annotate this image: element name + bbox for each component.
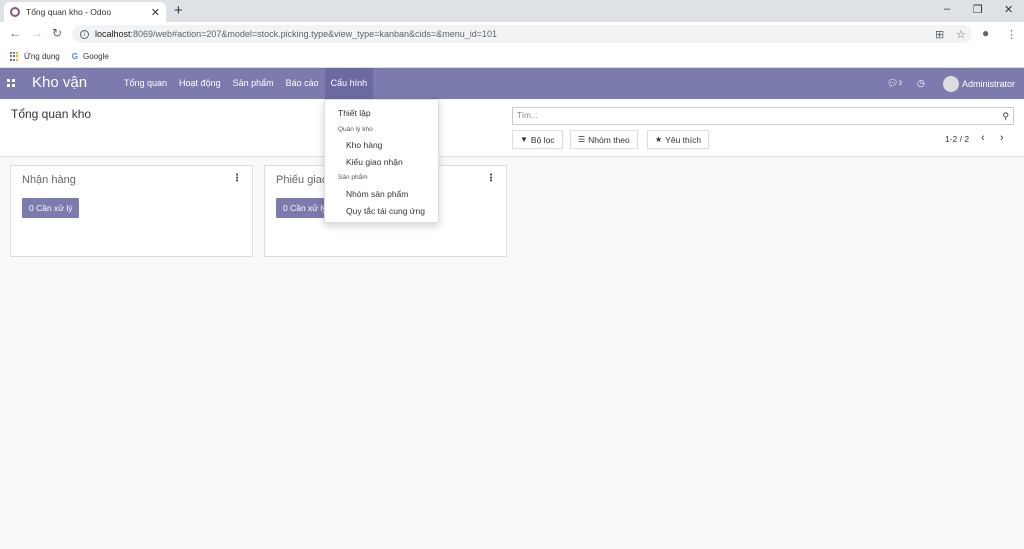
filter-funnel-icon: ▼ — [520, 135, 528, 144]
close-tab-icon[interactable]: ✕ — [151, 6, 160, 19]
chat-bubble-icon: 💬︎ — [887, 78, 899, 88]
list-bars-icon: ☰ — [578, 135, 586, 144]
card-title[interactable]: Nhận hàng — [22, 174, 76, 186]
chat-count: 3 — [898, 80, 902, 87]
kanban-card-receipts[interactable]: Nhận hàng ⋮ 0 Cần xử lý — [10, 165, 253, 257]
bookmark-apps[interactable]: Ứng dụng — [24, 52, 60, 61]
activity-clock-icon[interactable]: ◷ — [917, 68, 925, 99]
new-tab-button[interactable]: + — [174, 2, 183, 20]
apps-grid-icon — [10, 52, 19, 61]
favorites-button[interactable]: ★ Yêu thích — [647, 130, 710, 149]
odoo-favicon-icon — [10, 7, 20, 17]
translate-icon[interactable]: ⊞ — [935, 28, 944, 41]
address-bar-row: ← → ↻ i localhost:8069/web#action=207&mo… — [0, 22, 1024, 46]
minimize-icon[interactable]: – — [944, 3, 950, 15]
site-info-icon[interactable]: i — [80, 29, 89, 39]
star-icon: ★ — [655, 135, 663, 144]
bookmarks-bar: Ứng dụng G Google — [0, 46, 1024, 68]
browser-tab[interactable]: Tổng quan kho - Odoo ✕ — [4, 2, 166, 22]
pager-previous-icon[interactable]: ‹ — [981, 132, 985, 144]
bookmark-google[interactable]: Google — [83, 52, 109, 61]
page-title: Tổng quan kho — [11, 107, 92, 121]
groupby-button[interactable]: ☰ Nhóm theo — [570, 130, 638, 149]
dropdown-item-warehouses[interactable]: Kho hàng — [346, 140, 382, 150]
search-icon[interactable]: ⚲ — [1002, 108, 1009, 124]
url-text: localhost:8069/web#action=207&model=stoc… — [95, 29, 498, 39]
configuration-dropdown: Thiết lập Quản lý kho Kho hàng Kiểu giao… — [324, 99, 439, 223]
menu-overview[interactable]: Tổng quan — [118, 68, 173, 99]
odoo-main-navbar: Kho vận Tổng quan Hoạt động Sản phẩm Báo… — [0, 68, 1024, 99]
user-name: Administrator — [962, 78, 1016, 89]
app-brand[interactable]: Kho vận — [32, 74, 87, 91]
close-window-icon[interactable]: ✕ — [1004, 3, 1013, 16]
back-arrow-icon[interactable]: ← — [9, 26, 21, 40]
card-menu-icon[interactable]: ⋮ — [486, 173, 496, 184]
dropdown-item-product-categories[interactable]: Nhóm sản phẩm — [346, 189, 408, 199]
menu-operations[interactable]: Hoạt động — [173, 68, 227, 99]
profile-icon[interactable]: ● — [982, 26, 989, 40]
pager-next-icon[interactable]: › — [1000, 132, 1004, 144]
browser-menu-icon[interactable]: ⋮ — [1006, 28, 1017, 41]
menu-configuration[interactable]: Cấu hình — [324, 68, 374, 99]
forward-arrow-icon[interactable]: → — [31, 26, 43, 40]
menu-products[interactable]: Sản phẩm — [227, 68, 280, 99]
chat-indicator[interactable]: 💬︎ 3 — [887, 68, 902, 99]
dropdown-item-settings[interactable]: Thiết lập — [338, 108, 371, 118]
search-placeholder: Tìm... — [517, 111, 538, 120]
user-menu[interactable]: Administrator — [943, 68, 1015, 99]
apps-menu-icon[interactable] — [7, 79, 15, 87]
browser-tab-strip: Tổng quan kho - Odoo ✕ + – ❐ ✕ — [0, 0, 1024, 22]
card-title[interactable]: Phiếu giao — [276, 174, 328, 186]
dropdown-item-operation-types[interactable]: Kiểu giao nhận — [346, 157, 403, 167]
bookmark-star-icon[interactable]: ☆ — [956, 28, 966, 41]
reload-icon[interactable]: ↻ — [52, 26, 62, 40]
url-omnibox[interactable]: i localhost:8069/web#action=207&model=st… — [72, 25, 972, 43]
dropdown-header-warehouse: Quản lý kho — [338, 126, 373, 133]
search-input[interactable]: Tìm... ⚲ — [512, 107, 1014, 125]
google-icon: G — [71, 52, 78, 61]
avatar — [943, 75, 959, 92]
top-menu: Tổng quan Hoạt động Sản phẩm Báo cáo Cấu… — [118, 68, 374, 99]
dropdown-header-products: Sản phẩm — [338, 174, 368, 181]
tab-title: Tổng quan kho - Odoo — [26, 7, 112, 17]
to-process-button[interactable]: 0 Cần xử lý — [22, 198, 80, 218]
menu-reporting[interactable]: Báo cáo — [280, 68, 325, 99]
filter-button[interactable]: ▼ Bộ lọc — [512, 130, 563, 149]
dropdown-item-replenishment[interactable]: Quy tắc tái cung ứng — [346, 206, 425, 216]
card-menu-icon[interactable]: ⋮ — [232, 173, 242, 184]
pager-value[interactable]: 1-2 / 2 — [945, 134, 969, 144]
restore-icon[interactable]: ❐ — [973, 3, 983, 16]
control-panel: Tổng quan kho Tìm... ⚲ ▼ Bộ lọc ☰ Nhóm the… — [0, 99, 1024, 157]
